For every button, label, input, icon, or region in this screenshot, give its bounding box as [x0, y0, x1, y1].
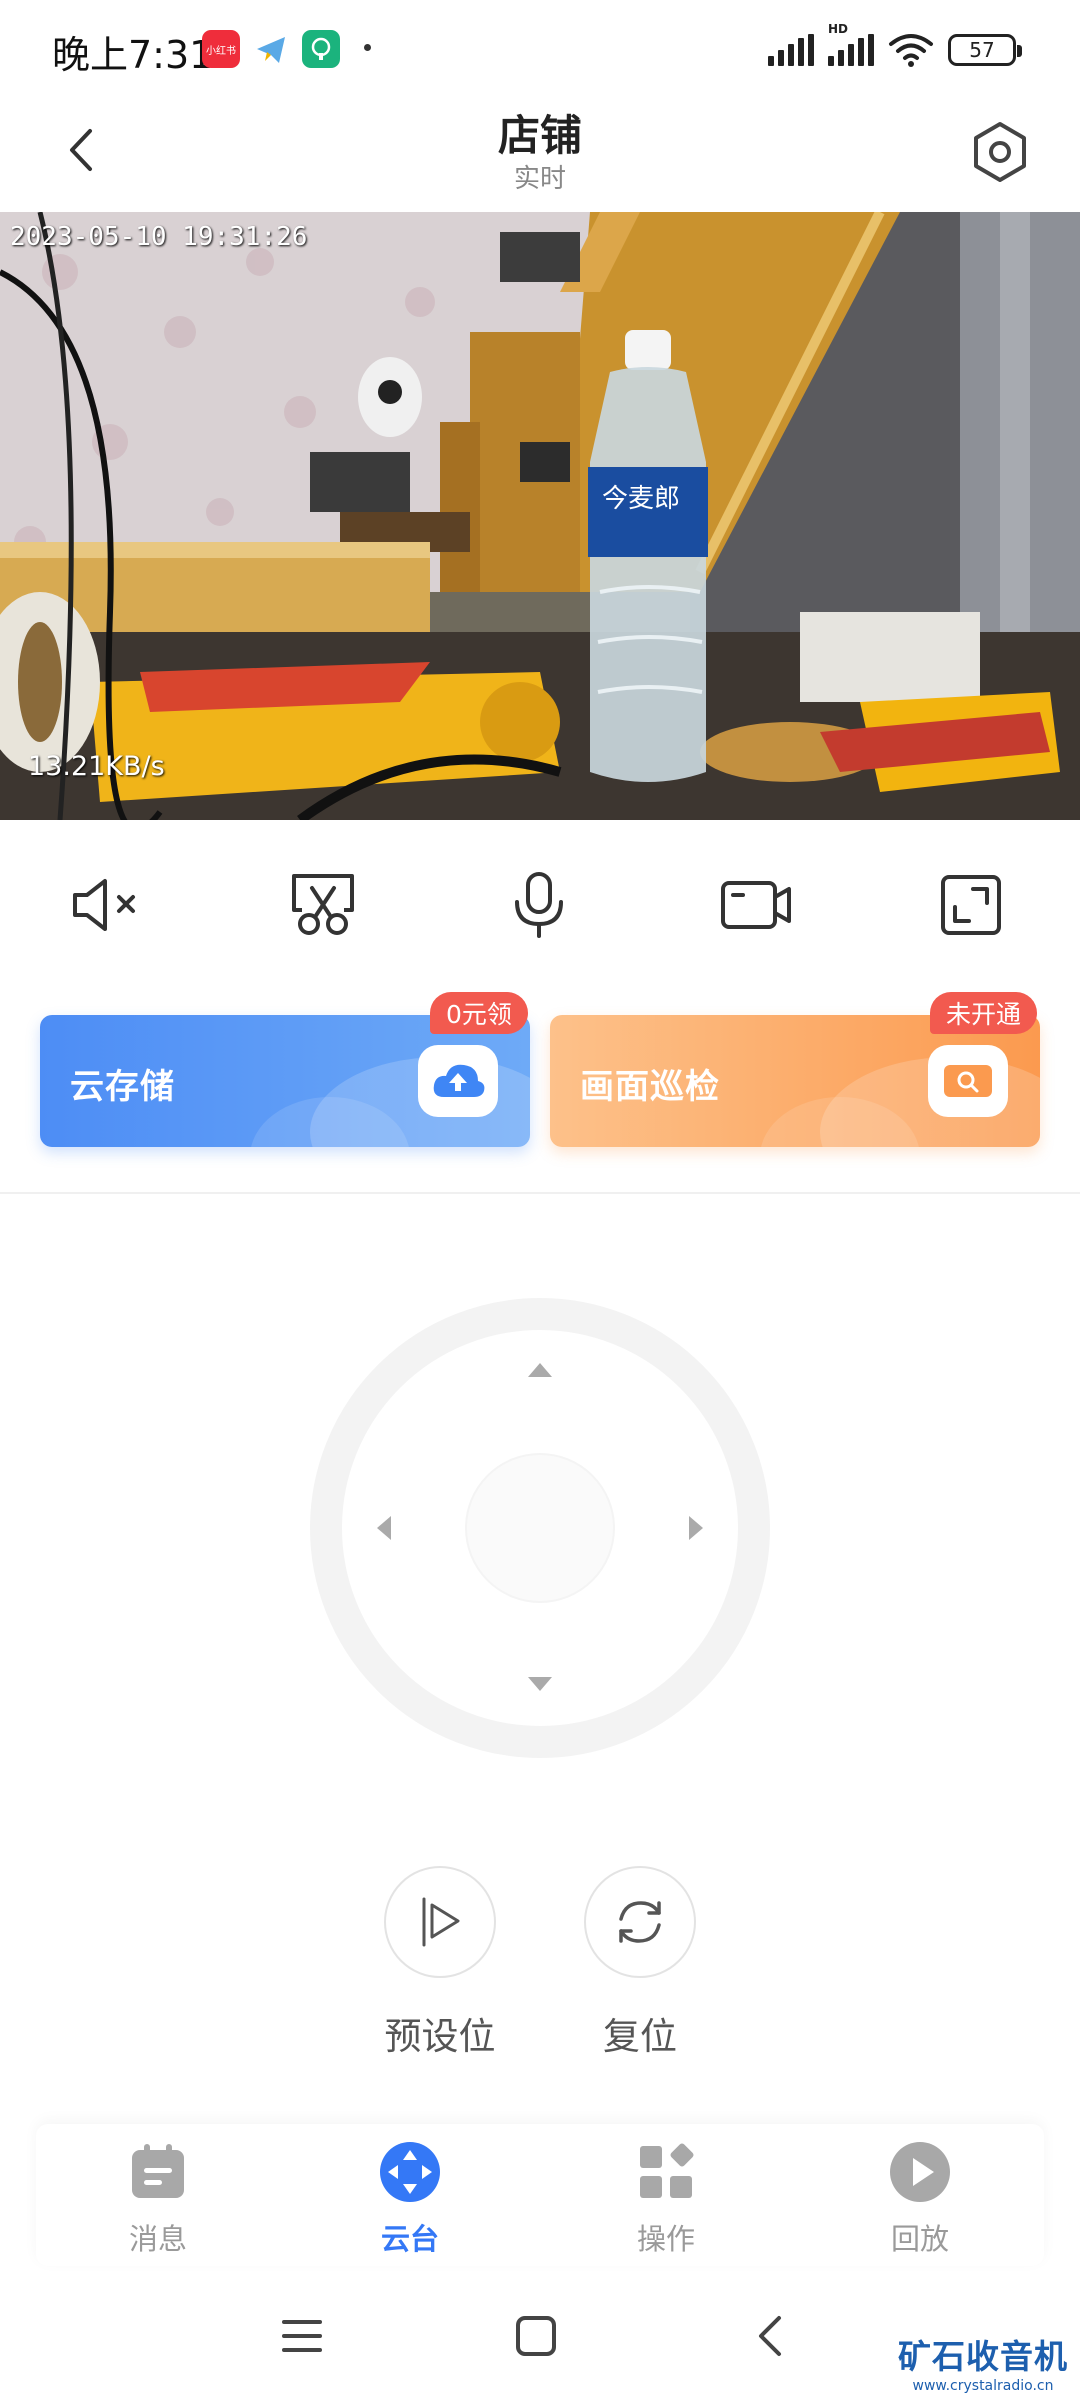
- reset-button[interactable]: [584, 1866, 696, 1978]
- message-icon: [126, 2140, 190, 2204]
- microphone-icon: [515, 872, 563, 938]
- ptz-right-arrow-icon[interactable]: [676, 1508, 716, 1548]
- status-indicators: HD 57: [768, 22, 1022, 70]
- tab-ptz-label: 云台: [380, 2222, 439, 2256]
- video-controls: [0, 860, 1080, 950]
- status-time: 晚上7:31: [52, 33, 214, 77]
- battery-level: 57: [969, 38, 995, 62]
- svg-text:今麦郎: 今麦郎: [602, 484, 680, 514]
- section-divider: [0, 1192, 1080, 1194]
- green-app-icon: [302, 30, 340, 68]
- menu-nav-button[interactable]: [272, 2306, 332, 2366]
- patrol-label: 画面巡检: [580, 1067, 720, 1107]
- video-frame: 今麦郎: [0, 212, 1080, 820]
- tab-operation-label: 操作: [636, 2222, 695, 2256]
- watermark-main: 矿石收音机: [898, 2337, 1068, 2376]
- live-video[interactable]: 今麦郎 2023-05-10 19:31:26 13.21KB/s: [0, 212, 1080, 820]
- back-nav-button[interactable]: [740, 2306, 800, 2366]
- home-square-icon: [516, 2316, 556, 2356]
- telegram-like-icon: [252, 30, 290, 68]
- cloud-storage-label: 云存储: [70, 1067, 175, 1107]
- back-triangle-icon: [759, 2316, 781, 2356]
- ptz-up-arrow-icon[interactable]: [520, 1350, 560, 1390]
- hd-label: HD: [828, 22, 849, 36]
- ptz-center[interactable]: [465, 1453, 615, 1603]
- xiaohongshu-label: 小红书: [206, 45, 236, 57]
- page-title: 店铺: [497, 111, 582, 160]
- preset-play-icon: [422, 1897, 460, 1947]
- preset-label: 预设位: [384, 2015, 496, 2058]
- signal-icon: [768, 34, 814, 66]
- xiaohongshu-icon: 小红书: [202, 30, 240, 68]
- record-video-icon: [721, 881, 791, 929]
- tab-operation[interactable]: 操作: [586, 2140, 746, 2258]
- page-subtitle: 实时: [513, 164, 566, 194]
- fullscreen-icon: [941, 875, 1001, 935]
- battery-icon: 57: [948, 34, 1022, 66]
- refresh-icon: [619, 1901, 661, 1943]
- fullscreen-button[interactable]: [926, 860, 1016, 950]
- operation-icon: [634, 2140, 698, 2204]
- playback-icon: [888, 2140, 952, 2204]
- ptz-left-arrow-icon[interactable]: [364, 1508, 404, 1548]
- watermark: 矿石收音机 www.crystalradio.cn: [898, 2330, 1068, 2394]
- home-nav-button[interactable]: [506, 2306, 566, 2366]
- tab-message-label: 消息: [128, 2222, 187, 2256]
- settings-button[interactable]: [962, 114, 1038, 190]
- hexagon-settings-icon: [974, 122, 1026, 182]
- patrol-card[interactable]: 画面巡检: [550, 1015, 1040, 1147]
- screenshot-scissors-icon: [292, 874, 354, 935]
- tab-playback-label: 回放: [890, 2222, 949, 2256]
- notification-dot: [364, 44, 371, 51]
- preset-button[interactable]: [384, 1866, 496, 1978]
- reset-label: 复位: [603, 2015, 677, 2058]
- tab-ptz[interactable]: 云台: [330, 2140, 490, 2258]
- cloud-storage-badge: 0元领: [430, 992, 528, 1034]
- cloud-upload-icon: [418, 1045, 498, 1117]
- patrol-badge: 未开通: [930, 992, 1038, 1034]
- tab-message[interactable]: 消息: [78, 2140, 238, 2258]
- ptz-icon: [378, 2140, 442, 2204]
- ptz-down-arrow-icon[interactable]: [520, 1664, 560, 1704]
- video-bitrate: 13.21KB/s: [28, 751, 165, 782]
- status-bar: 晚上7:31 小红书 HD 57: [0, 0, 1080, 96]
- ptz-joystick[interactable]: [310, 1298, 770, 1758]
- mute-button[interactable]: [64, 860, 154, 950]
- tab-playback[interactable]: 回放: [840, 2140, 1000, 2258]
- hamburger-icon: [282, 2320, 322, 2352]
- video-timestamp: 2023-05-10 19:31:26: [10, 222, 308, 252]
- title-bar: 店铺 实时: [0, 96, 1080, 212]
- screenshot-button[interactable]: [278, 860, 368, 950]
- bottom-tab-bar: 消息 云台 操作 回放: [36, 2124, 1044, 2266]
- cloud-storage-card[interactable]: 云存储: [40, 1015, 530, 1147]
- watermark-sub: www.crystalradio.cn: [912, 2378, 1054, 2394]
- wifi-icon: [889, 34, 933, 67]
- record-button[interactable]: [712, 860, 802, 950]
- mute-icon: [73, 879, 135, 931]
- microphone-button[interactable]: [494, 860, 584, 950]
- search-screen-icon: [928, 1045, 1008, 1117]
- signal-hd-icon: [828, 34, 874, 66]
